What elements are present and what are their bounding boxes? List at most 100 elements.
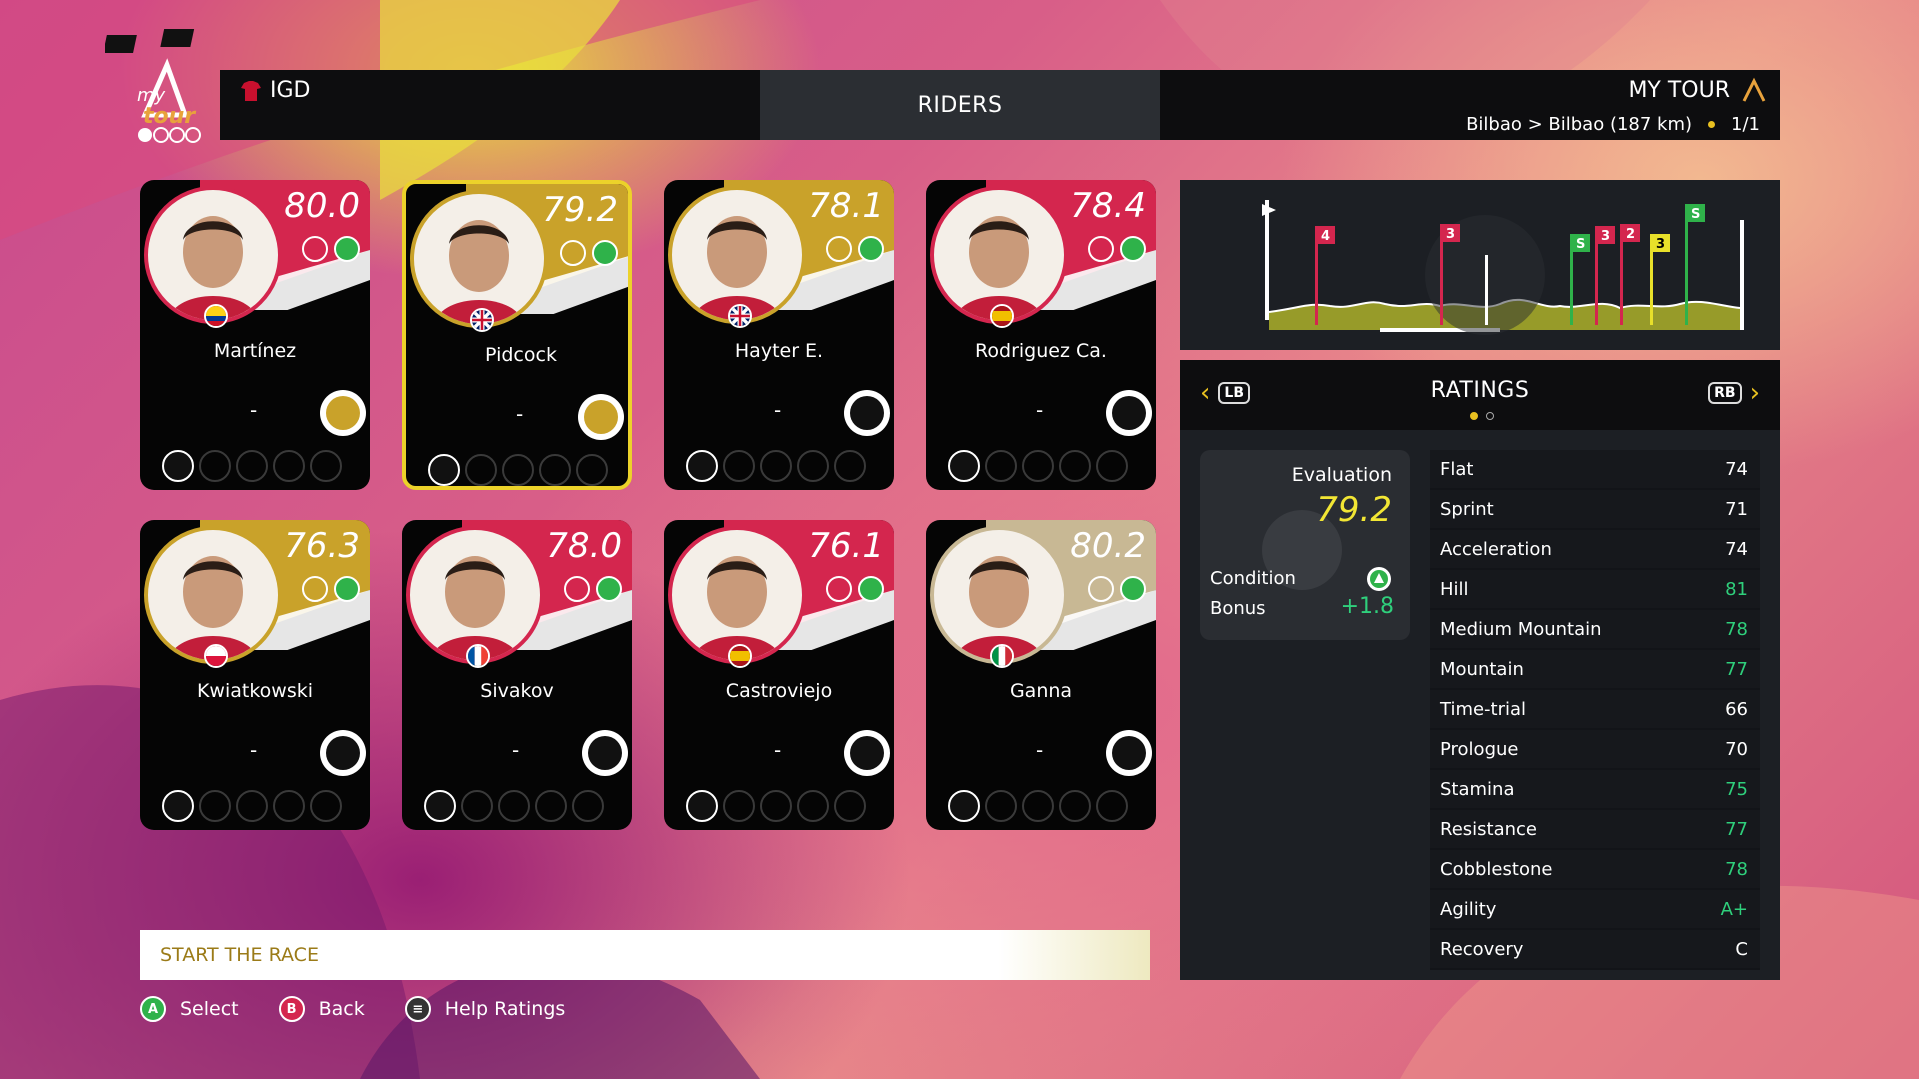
form-up-icon: [596, 576, 622, 602]
skill-icons: [948, 450, 1128, 482]
specialty-icon: [302, 236, 328, 262]
button-prompts: A Select B Back ≡ Help Ratings: [140, 996, 565, 1022]
tab-riders[interactable]: RIDERS: [760, 70, 1160, 140]
cobble-skill-icon: [310, 790, 342, 822]
rider-card[interactable]: 78.0 Sivakov -: [402, 520, 632, 830]
prompt-help-ratings[interactable]: ≡ Help Ratings: [404, 996, 565, 1022]
start-race-button[interactable]: START THE RACE: [140, 930, 1150, 980]
evaluation-box: Evaluation 79.2 Condition Bonus +1.8: [1200, 450, 1410, 640]
flag-icon: [990, 304, 1014, 328]
rider-card[interactable]: 78.4 Rodriguez Ca. -: [926, 180, 1156, 490]
skill-icons: [686, 450, 866, 482]
cobble-skill-icon: [834, 790, 866, 822]
jersey-icon: [241, 80, 261, 101]
rider-card[interactable]: 76.1 Castroviejo -: [664, 520, 894, 830]
mountain-skill-icon: [686, 450, 718, 482]
rider-status: -: [1036, 398, 1044, 422]
sprint-skill-icon: [1022, 790, 1054, 822]
stats-list: Flat 74 Sprint 71 Acceleration 74 Hill 81 Me…: [1430, 450, 1760, 970]
page-dot-active: [1470, 412, 1478, 420]
rider-rating: 76.1: [808, 526, 884, 566]
flag-icon: [204, 304, 228, 328]
specialty-icons: [302, 236, 360, 262]
evaluation-label: Evaluation: [1291, 464, 1392, 486]
form-up-icon: [334, 236, 360, 262]
sprint-skill-icon: [760, 450, 792, 482]
stat-row: Sprint 71: [1430, 490, 1760, 530]
rider-name: Rodriguez Ca.: [975, 340, 1107, 362]
rider-card[interactable]: 79.2 Pidcock -: [402, 180, 632, 490]
role-badge-icon: [844, 730, 890, 776]
stat-label: Prologue: [1440, 738, 1519, 760]
rider-card[interactable]: 80.0 Martínez -: [140, 180, 370, 490]
rider-card[interactable]: 78.1 Hayter E. -: [664, 180, 894, 490]
flag-icon: [990, 644, 1014, 668]
svg-text:3: 3: [1446, 227, 1455, 242]
specialty-icons: [1088, 236, 1146, 262]
stage-profile: 4 3 S 3 2 3 S: [1180, 180, 1780, 350]
route-text: Bilbao > Bilbao (187 km): [1466, 114, 1693, 135]
prompt-back[interactable]: B Back: [278, 996, 365, 1022]
form-up-icon: [1120, 576, 1146, 602]
mountain-skill-icon: [686, 790, 718, 822]
specialty-icons: [826, 236, 884, 262]
stat-value: 74: [1725, 538, 1748, 560]
route-dot: [1708, 121, 1716, 128]
stat-row: Stamina 75: [1430, 770, 1760, 810]
rider-rating: 78.4: [1070, 186, 1146, 226]
rider-name: Sivakov: [480, 680, 554, 702]
form-up-icon: [858, 236, 884, 262]
stat-value: 81: [1725, 578, 1748, 600]
specialty-icons: [560, 240, 618, 266]
stat-row: Agility A+: [1430, 890, 1760, 930]
timer-skill-icon: [985, 790, 1017, 822]
timer-skill-icon: [199, 450, 231, 482]
rb-button-icon: RB: [1708, 382, 1742, 404]
stage-profile-chart: 4 3 S 3 2 3 S: [1262, 200, 1744, 335]
svg-text:S: S: [1576, 237, 1585, 252]
burst-skill-icon: [273, 790, 305, 822]
menu-button-icon: ≡: [404, 996, 431, 1022]
rider-rating: 80.0: [284, 186, 360, 226]
rider-card[interactable]: 80.2 Ganna -: [926, 520, 1156, 830]
bonus-value: +1.8: [1340, 594, 1394, 619]
prompt-select[interactable]: A Select: [140, 996, 239, 1022]
condition-label: Condition: [1210, 568, 1296, 589]
stat-row: Cobblestone 78: [1430, 850, 1760, 890]
rider-rating: 78.1: [808, 186, 884, 226]
stat-label: Flat: [1440, 458, 1474, 480]
stat-label: Agility: [1440, 898, 1497, 920]
mytour-small-icon: [1742, 77, 1766, 102]
flag-icon: [204, 644, 228, 668]
rider-rating: 80.2: [1070, 526, 1146, 566]
specialty-icon: [560, 240, 586, 266]
ratings-body: Evaluation 79.2 Condition Bonus +1.8 Fla…: [1180, 430, 1780, 980]
stat-label: Resistance: [1440, 818, 1537, 840]
role-badge-icon: [844, 390, 890, 436]
flag-icon: [470, 308, 494, 332]
mountain-skill-icon: [162, 790, 194, 822]
form-up-icon: [592, 240, 618, 266]
rider-status: -: [774, 398, 782, 422]
next-page-button[interactable]: RB ›: [1708, 378, 1760, 408]
stat-label: Recovery: [1440, 938, 1524, 960]
burst-skill-icon: [797, 790, 829, 822]
rider-status: -: [250, 738, 258, 762]
specialty-icon: [1088, 236, 1114, 262]
cobble-skill-icon: [1096, 790, 1128, 822]
rider-rating: 78.0: [546, 526, 622, 566]
stat-value: 71: [1725, 498, 1748, 520]
stat-row: Resistance 77: [1430, 810, 1760, 850]
specialty-icon: [302, 576, 328, 602]
stat-row: Flat 74: [1430, 450, 1760, 490]
rider-card[interactable]: 76.3 Kwiatkowski -: [140, 520, 370, 830]
specialty-icon: [564, 576, 590, 602]
chevron-right-icon: ›: [1749, 378, 1760, 408]
stat-label: Mountain: [1440, 658, 1524, 680]
skill-icons: [428, 454, 608, 486]
rider-status: -: [250, 398, 258, 422]
stat-label: Acceleration: [1440, 538, 1552, 560]
specialty-icon: [826, 236, 852, 262]
form-up-icon: [1120, 236, 1146, 262]
stat-value: 77: [1725, 818, 1748, 840]
